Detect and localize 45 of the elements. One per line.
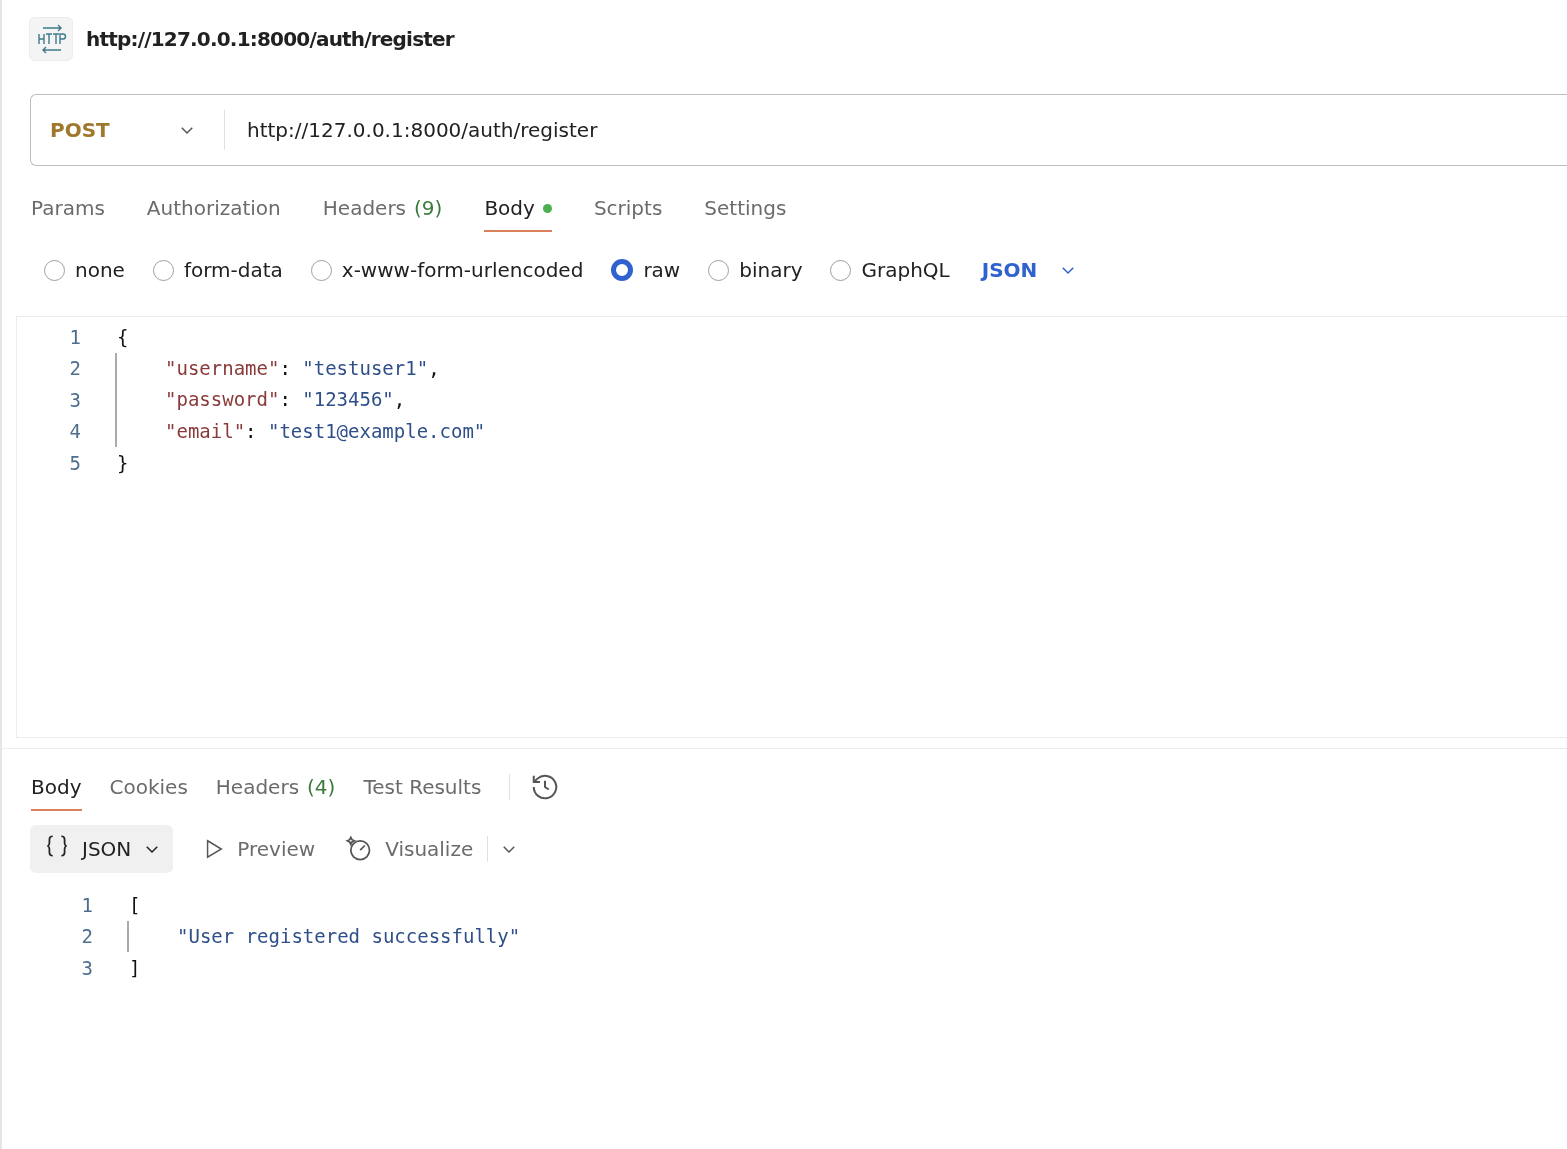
body-type-radio[interactable]: GraphQL	[830, 258, 950, 282]
response-tab[interactable]: Headers (4)	[215, 763, 336, 811]
line-number: 3	[68, 388, 81, 411]
format-dropdown[interactable]: JSON	[981, 258, 1078, 282]
body-type-radio[interactable]: binary	[708, 258, 803, 282]
request-tab[interactable]: Params	[31, 184, 105, 232]
line-number: 5	[68, 451, 81, 474]
code-line: "username": "testuser1",	[115, 352, 440, 384]
response-view-button[interactable]: JSON	[30, 825, 174, 873]
radio-label: none	[75, 258, 125, 282]
response-view-button[interactable]: Visualize	[345, 827, 474, 871]
request-tab[interactable]: Scripts	[593, 184, 663, 232]
code-line: "User registered successfully"	[127, 920, 521, 952]
request-tab[interactable]: Headers (9)	[322, 184, 443, 232]
request-tab[interactable]: Body	[484, 184, 552, 232]
body-type-radio[interactable]: form-data	[152, 258, 283, 282]
line-number: 2	[80, 925, 93, 948]
url-field[interactable]: POST http://127.0.0.1:8000/auth/register	[30, 94, 1567, 166]
line-number: 3	[80, 956, 93, 979]
code-line: ]	[129, 956, 141, 979]
http-badge-icon	[29, 17, 73, 61]
body-type-radio[interactable]: none	[44, 258, 125, 282]
radio-label: binary	[739, 258, 803, 282]
method-dropdown[interactable]: POST	[31, 110, 225, 150]
response-tab[interactable]: Body	[31, 763, 82, 811]
line-number: 1	[68, 325, 81, 348]
radio-label: GraphQL	[861, 258, 950, 282]
code-line: }	[117, 451, 129, 474]
request-title: http://127.0.0.1:8000/auth/register	[86, 27, 454, 51]
response-view-button[interactable]: Preview	[203, 829, 316, 869]
radio-label: raw	[643, 258, 681, 282]
code-line: {	[117, 325, 129, 348]
code-line: [	[129, 893, 141, 916]
request-tab[interactable]: Settings	[704, 184, 787, 232]
line-number: 1	[80, 893, 93, 916]
request-tab[interactable]: Authorization	[146, 184, 281, 232]
code-line: "password": "123456",	[115, 384, 406, 416]
request-body-editor[interactable]: 1 { 2 "username": "testuser1", 3 "password": "123456", 4 "email": "test1@example.com" 5 }	[16, 316, 1567, 738]
line-number: 2	[68, 357, 81, 380]
body-type-radio[interactable]: raw	[611, 258, 681, 282]
line-number: 4	[68, 420, 81, 443]
radio-label: form-data	[183, 258, 283, 282]
response-tab[interactable]: Test Results	[363, 763, 482, 811]
response-tab[interactable]: Cookies	[109, 763, 188, 811]
code-line: "email": "test1@example.com"	[115, 415, 486, 447]
